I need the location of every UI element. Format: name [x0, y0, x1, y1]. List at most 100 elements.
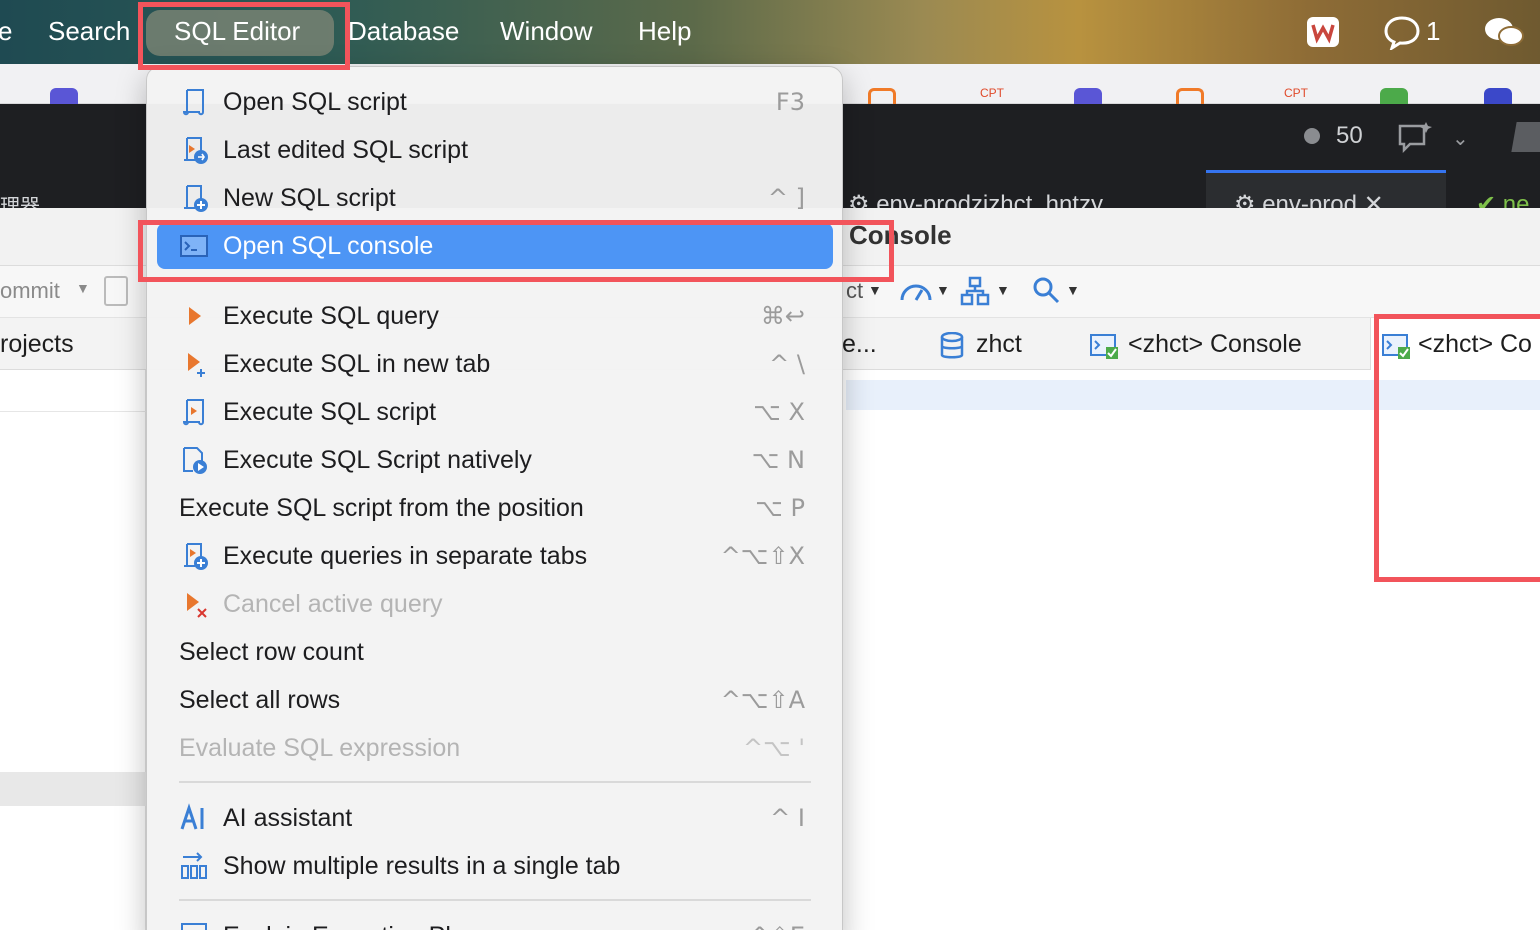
editor-tab-partial[interactable]: 理器	[0, 190, 40, 208]
chat-bubble-icon[interactable]	[1382, 14, 1422, 57]
commit-dropdown-icon[interactable]: ▼	[76, 280, 90, 296]
document-icon[interactable]	[104, 276, 128, 306]
bookmark-orange-icon-2[interactable]	[1176, 88, 1204, 104]
ai-chat-icon[interactable]	[1396, 120, 1432, 159]
menu-item-execute-sql-script[interactable]: Execute SQL script ⌥ X	[157, 389, 833, 435]
console-icon	[1090, 332, 1120, 365]
ai-icon	[179, 803, 209, 833]
menu-item-cancel-active-query: Cancel active query	[157, 581, 833, 627]
menubar-item-partial[interactable]: e	[0, 14, 12, 48]
projects-selected-row[interactable]	[0, 772, 146, 806]
bookmark-purple-icon[interactable]	[50, 88, 78, 104]
menu-item-new-sql-script[interactable]: New SQL script ^ ]	[157, 175, 833, 221]
menu-item-ai-assistant[interactable]: AI assistant ^ I	[157, 795, 833, 841]
bookmark-orange-icon[interactable]	[868, 88, 896, 104]
menu-item-evaluate-sql-expression: Evaluate SQL expression ^⌥ '	[157, 725, 833, 771]
menu-item-shortcut: ^⌥⇧X	[720, 542, 805, 570]
bookmark-cpt-icon-2[interactable]: CPT	[1284, 86, 1312, 102]
menu-item-shortcut: ^⌥⇧A	[720, 686, 805, 714]
editor-tab-label: env-prod	[1262, 191, 1357, 208]
menu-item-shortcut: ⌘↩	[760, 302, 805, 330]
menu-item-label: Execute SQL Script natively	[223, 446, 532, 474]
menubar-item-help[interactable]: Help	[638, 14, 691, 48]
app-logo-icon	[1511, 122, 1540, 152]
commit-button[interactable]: ommit	[0, 278, 60, 304]
menu-item-label: AI assistant	[223, 804, 353, 832]
menu-item-shortcut: ^ ]	[767, 184, 805, 212]
annotation-box-console-tab	[1374, 314, 1540, 582]
projects-filter-row[interactable]	[0, 370, 146, 412]
menu-item-label: Execute SQL script from the position	[179, 494, 584, 522]
chevron-down-icon[interactable]: ⌄	[1452, 126, 1469, 151]
dropdown-arrow-icon[interactable]: ▼	[1066, 282, 1080, 298]
database-icon	[940, 331, 964, 365]
cancel-icon	[179, 589, 209, 619]
menubar-item-search[interactable]: Search	[48, 14, 130, 48]
menu-item-shortcut: ⌥ N	[751, 446, 805, 474]
menu-item-execute-sql-query[interactable]: Execute SQL query ⌘↩	[157, 293, 833, 339]
sql-editor-menu: Open SQL script F3 Last edited SQL scrip…	[146, 66, 843, 930]
editor-tab-env-prod[interactable]: ⚙ env-prod ✕	[1234, 190, 1384, 208]
menu-item-shortcut: ^⇧E	[750, 921, 805, 930]
script-recent-icon	[179, 135, 209, 165]
menu-item-explain-execution-plan[interactable]: Explain Execution Plan ^⇧E	[157, 913, 833, 930]
menu-item-label: Select all rows	[179, 686, 341, 714]
bookmark-cpt-icon[interactable]: CPT	[980, 86, 1008, 102]
menu-item-label: New SQL script	[223, 184, 396, 212]
plan-icon	[179, 921, 209, 930]
menu-item-label: Execute SQL script	[223, 398, 437, 426]
gauge-icon[interactable]	[898, 276, 934, 309]
menu-item-show-multiple-results[interactable]: Show multiple results in a single tab	[157, 843, 833, 889]
menu-item-label: Execute SQL query	[223, 302, 439, 330]
menu-item-execute-sql-script-natively[interactable]: Execute SQL Script natively ⌥ N	[157, 437, 833, 483]
menu-item-label: Show multiple results in a single tab	[223, 852, 621, 880]
menu-separator	[179, 781, 811, 783]
chat-count-badge: 1	[1426, 16, 1441, 46]
menu-separator	[179, 899, 811, 901]
bookmark-purple-icon-2[interactable]	[1074, 88, 1102, 104]
menu-item-shortcut: ^ \	[769, 350, 805, 378]
editor-tab-ne[interactable]: ✔ ne	[1476, 190, 1529, 208]
tab-zhct[interactable]: zhct	[976, 330, 1022, 359]
editor-tab-label: env-prodzjzhct_hntzy	[876, 191, 1103, 208]
menu-item-execute-queries-separate-tabs[interactable]: Execute queries in separate tabs ^⌥⇧X	[157, 533, 833, 579]
menu-item-shortcut: F3	[775, 88, 805, 116]
menu-item-label: Cancel active query	[223, 590, 443, 618]
hierarchy-icon[interactable]	[960, 276, 990, 311]
script-tabs-icon	[179, 541, 209, 571]
menu-item-label: Execute queries in separate tabs	[223, 542, 588, 570]
script-native-icon	[179, 445, 209, 475]
menu-item-last-edited-sql-script[interactable]: Last edited SQL script	[157, 127, 833, 173]
menubar-item-database[interactable]: Database	[348, 14, 459, 48]
counter-value: 50	[1336, 122, 1363, 149]
menu-item-select-all-rows[interactable]: Select all rows ^⌥⇧A	[157, 677, 833, 723]
dropdown-arrow-icon[interactable]: ▼	[936, 282, 950, 298]
annotation-box-sql-editor	[138, 2, 350, 70]
menu-item-execute-sql-script-from-position[interactable]: Execute SQL script from the position ⌥ P	[157, 485, 833, 531]
status-dot-icon	[1304, 128, 1320, 144]
menu-item-label: Evaluate SQL expression	[179, 734, 461, 762]
script-run-icon	[179, 397, 209, 427]
dropdown-arrow-icon[interactable]: ▼	[868, 282, 882, 298]
results-icon	[179, 851, 209, 881]
tab-ellipsis[interactable]: e...	[842, 330, 877, 359]
menu-item-shortcut: ^ I	[770, 804, 805, 832]
tab-zhct-console[interactable]: <zhct> Console	[1128, 330, 1302, 359]
menu-item-label: Last edited SQL script	[223, 136, 469, 164]
menu-item-shortcut: ⌥ P	[755, 494, 805, 522]
editor-tab-env-prodzjzhct[interactable]: ⚙ env-prodzjzhct_hntzy	[848, 190, 1103, 208]
menubar-item-window[interactable]: Window	[500, 14, 592, 48]
wps-icon[interactable]	[1306, 16, 1340, 55]
bookmark-paw-icon[interactable]	[1484, 88, 1512, 104]
menu-item-select-row-count[interactable]: Select row count	[157, 629, 833, 675]
search-icon[interactable]	[1032, 276, 1060, 309]
wechat-icon[interactable]	[1482, 14, 1526, 57]
menu-item-execute-sql-in-new-tab[interactable]: Execute SQL in new tab ^ \	[157, 341, 833, 387]
script-icon	[179, 87, 209, 117]
annotation-box-open-sql-console	[138, 220, 894, 282]
bookmark-green-icon[interactable]	[1380, 88, 1408, 104]
projects-panel	[0, 370, 146, 930]
dropdown-arrow-icon[interactable]: ▼	[996, 282, 1010, 298]
menu-item-open-sql-script[interactable]: Open SQL script F3	[157, 79, 833, 125]
menu-item-label: Execute SQL in new tab	[223, 350, 491, 378]
